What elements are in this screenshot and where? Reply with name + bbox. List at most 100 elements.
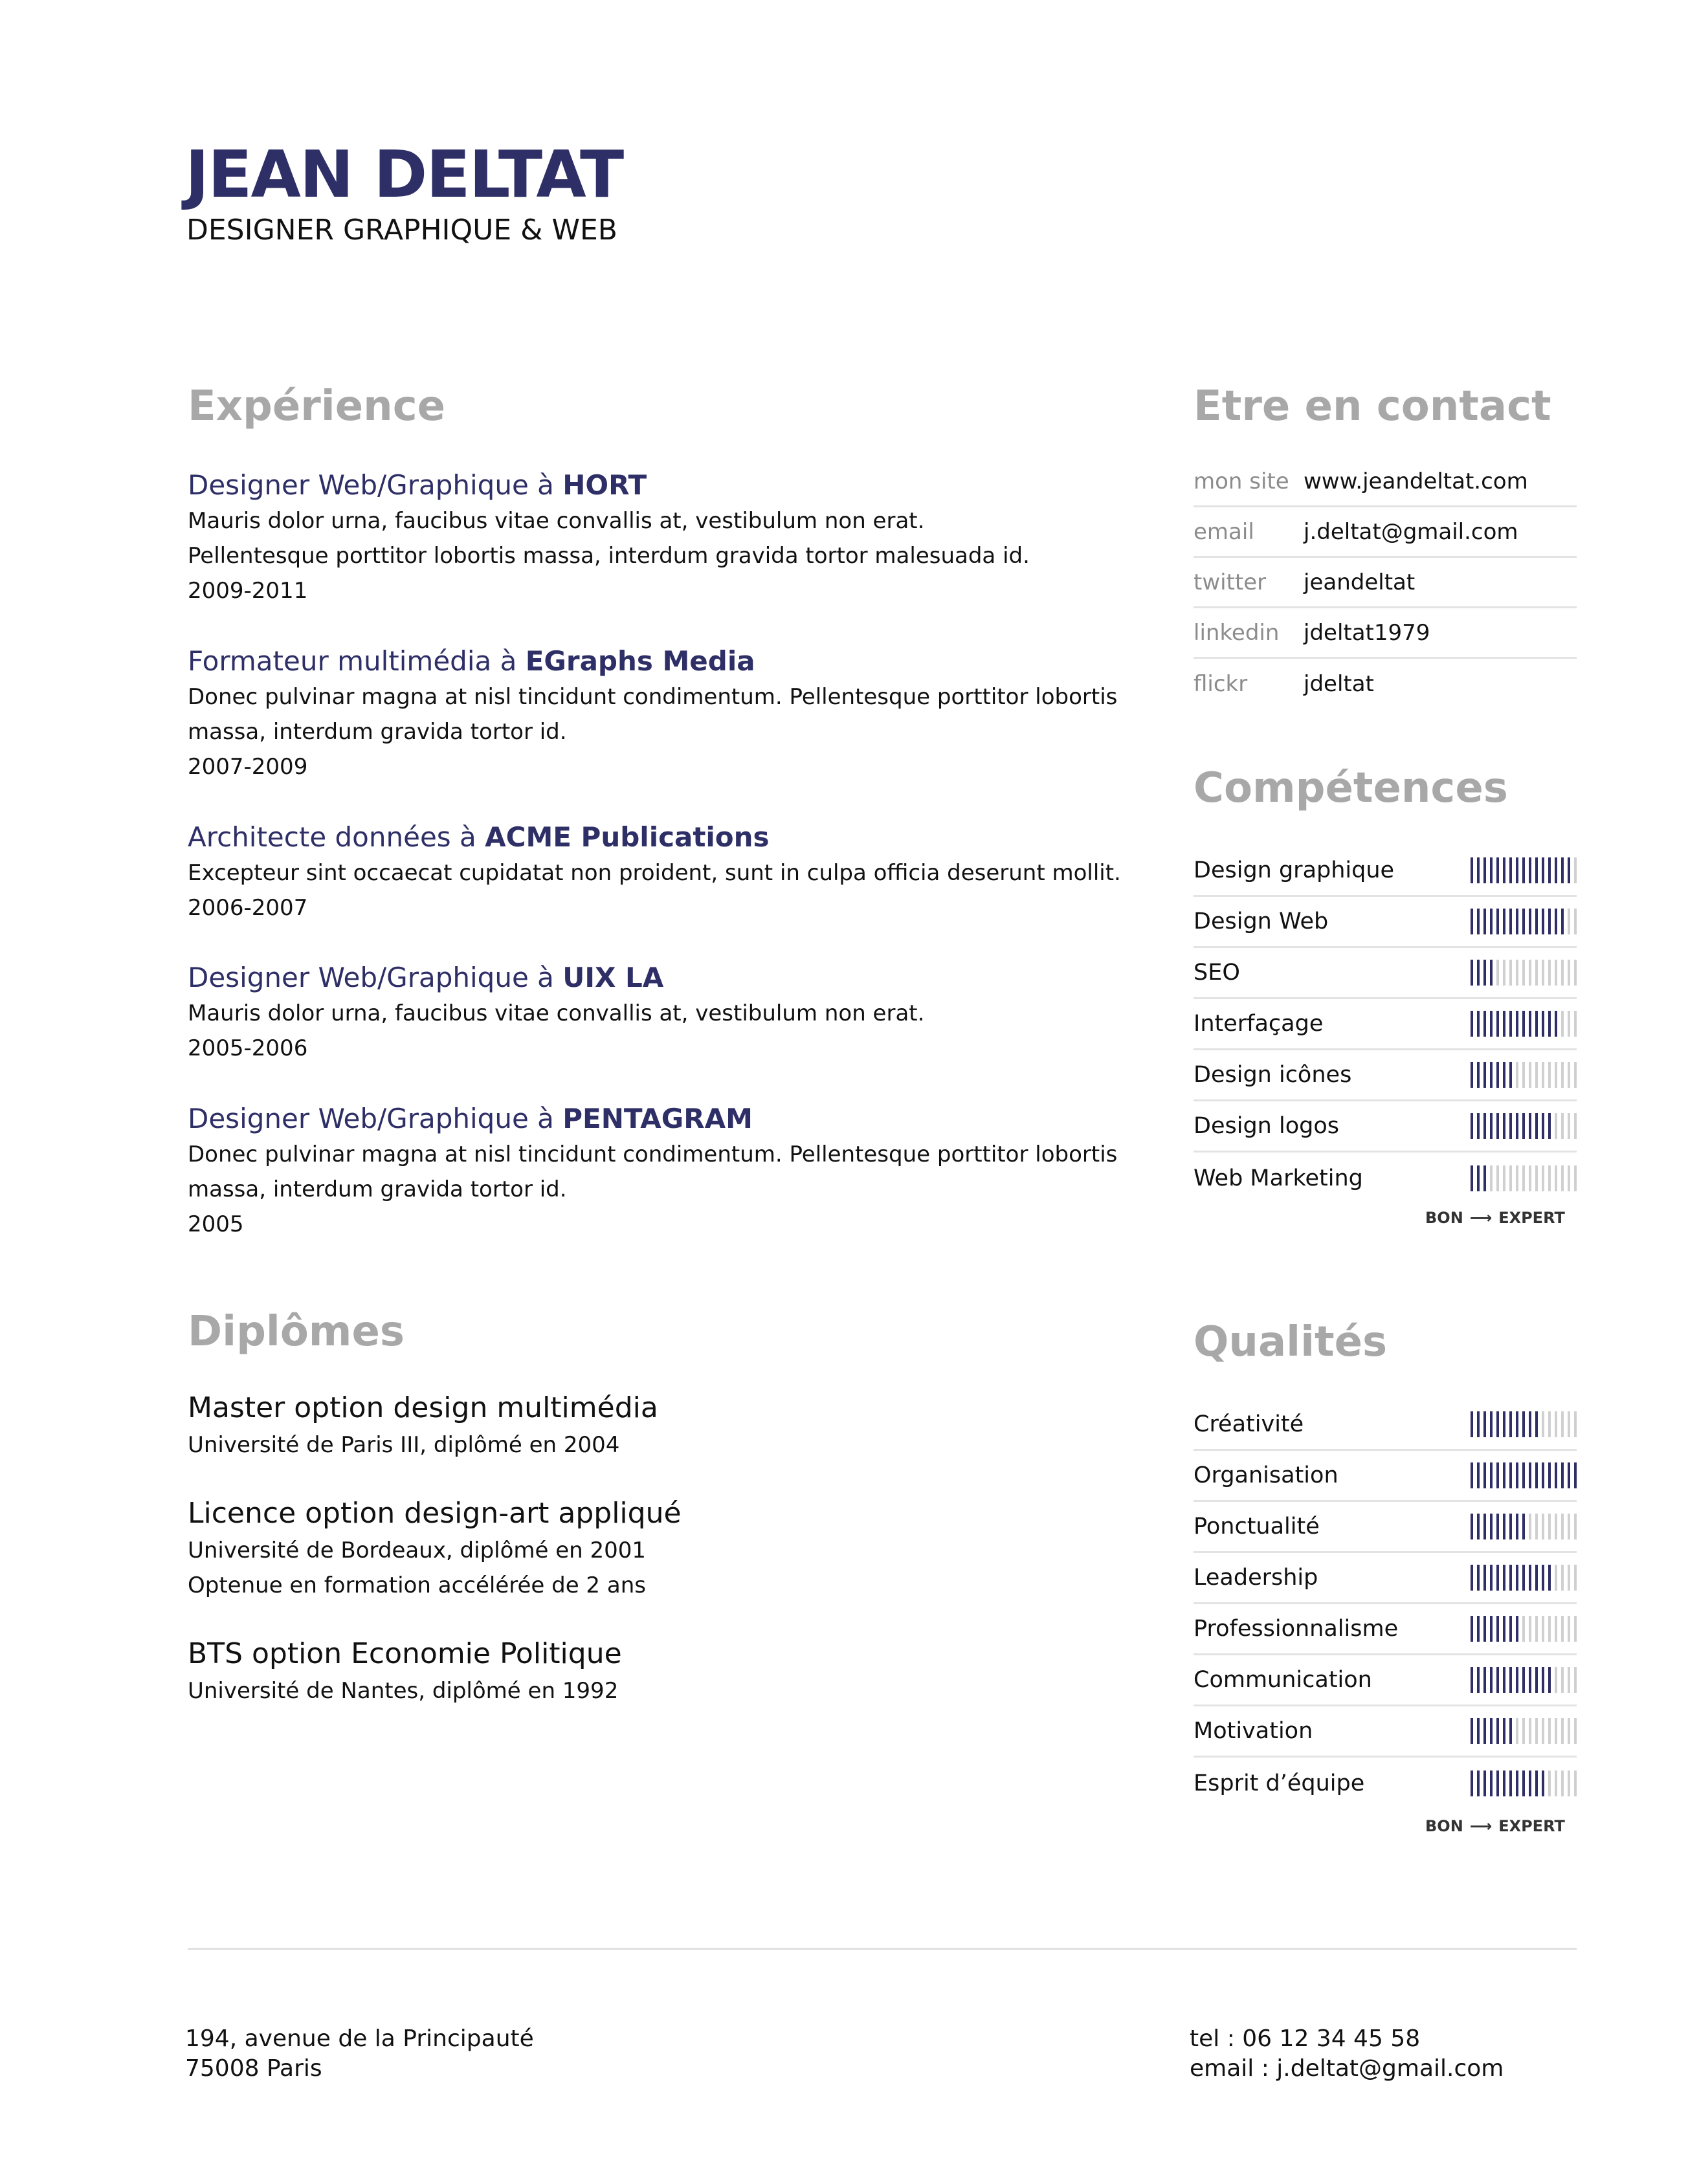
scale-low-label: BON [1425,1209,1463,1227]
contact-label: email [1194,518,1254,545]
level-tick [1471,1165,1473,1191]
website-link[interactable]: www.jeandeltat.com [1304,469,1528,494]
level-tick [1490,1667,1493,1693]
level-tick [1516,1165,1518,1191]
level-tick [1496,960,1499,986]
level-tick [1516,1011,1518,1037]
level-tick [1483,1113,1486,1139]
level-tick [1509,1011,1512,1037]
level-tick [1471,857,1473,883]
level-tick [1548,1667,1551,1693]
level-tick [1548,1770,1551,1796]
level-tick [1503,1565,1505,1591]
contact-label: flickr [1194,671,1248,697]
experience-description: Donec pulvinar magna at nisl tincidunt c… [188,1142,1118,1167]
level-tick [1496,1514,1499,1539]
level-tick [1561,1514,1564,1539]
level-tick [1555,1718,1557,1744]
level-tick [1561,1770,1564,1796]
level-tick [1483,857,1486,883]
level-tick [1548,1718,1551,1744]
contact-row-email: email j.deltat@gmail.com [1194,507,1577,558]
level-tick [1535,1062,1538,1088]
experience-description: Mauris dolor urna, faucibus vitae conval… [188,508,925,534]
skills-label: Design Web [1194,909,1329,934]
level-tick [1490,1718,1493,1744]
company-name: EGraphs Media [525,645,755,677]
level-tick [1490,1062,1493,1088]
diplomas-heading: Diplômes [188,1308,405,1356]
level-tick [1542,1411,1544,1437]
level-tick [1568,1113,1570,1139]
level-tick [1503,1113,1505,1139]
footer-phone: tel : 06 12 34 45 58 [1190,2025,1421,2052]
flickr-link[interactable]: jdeltat [1304,671,1374,697]
level-tick [1574,1165,1577,1191]
level-tick [1522,1770,1525,1796]
experience-dates: 2006-2007 [188,895,308,921]
qualities-list: Créativité Organisation Ponctualité Leaders… [1194,1400,1577,1809]
level-tick [1574,1462,1577,1488]
skills-row: SEO [1194,948,1577,999]
email-link[interactable]: j.deltat@gmail.com [1304,519,1518,545]
qualities-label: Communication [1194,1667,1372,1693]
level-tick [1555,1411,1557,1437]
level-tick [1483,1011,1486,1037]
contact-row-site: mon site www.jeandeltat.com [1194,457,1577,507]
level-tick [1568,857,1570,883]
level-tick [1516,1718,1518,1744]
qualities-level-meter [1471,1565,1577,1591]
experience-description: Mauris dolor urna, faucibus vitae conval… [188,1000,925,1026]
address-street: 194, avenue de la Principauté [185,2025,534,2052]
level-tick [1548,1616,1551,1642]
level-tick [1529,1770,1531,1796]
linkedin-link[interactable]: jdeltat1979 [1304,620,1430,646]
level-tick [1516,857,1518,883]
level-tick [1568,1616,1570,1642]
scale-low-label: BON [1425,1817,1463,1835]
level-tick [1548,1514,1551,1539]
qualities-label: Esprit d’équipe [1194,1770,1365,1796]
level-tick [1477,1514,1480,1539]
twitter-link[interactable]: jeandeltat [1304,569,1415,595]
level-tick [1490,1565,1493,1591]
scale-high-label: EXPERT [1498,1209,1565,1227]
level-tick [1561,1011,1564,1037]
level-tick [1516,1113,1518,1139]
qualities-label: Ponctualité [1194,1514,1320,1539]
level-tick [1535,1113,1538,1139]
level-tick [1568,1718,1570,1744]
qualities-level-meter [1471,1770,1577,1796]
diploma-item: Licence option design-art appliqué Unive… [188,1494,1133,1603]
level-tick [1542,1718,1544,1744]
qualities-row: Professionnalisme [1194,1604,1577,1655]
level-tick [1483,1462,1486,1488]
level-tick [1542,1113,1544,1139]
level-tick [1574,960,1577,986]
skills-level-meter [1471,1062,1577,1088]
level-tick [1483,960,1486,986]
footer-address: 194, avenue de la Principauté 75008 Pari… [185,2024,534,2084]
footer-email[interactable]: email : j.deltat@gmail.com [1190,2054,1504,2084]
level-tick [1535,1667,1538,1693]
level-tick [1555,960,1557,986]
role-text: Designer Web/Graphique à [188,962,563,993]
experience-dates: 2009-2011 [188,578,308,604]
level-tick [1568,960,1570,986]
experience-heading: Expérience [188,382,446,430]
level-tick [1555,1667,1557,1693]
contact-heading: Etre en contact [1194,382,1551,430]
level-tick [1529,960,1531,986]
level-tick [1548,857,1551,883]
level-tick [1535,960,1538,986]
level-tick [1548,1062,1551,1088]
level-tick [1496,1011,1499,1037]
qualities-label: Professionnalisme [1194,1616,1399,1642]
level-tick [1561,1667,1564,1693]
level-tick [1477,857,1480,883]
skills-row: Interfaçage [1194,999,1577,1050]
level-tick [1542,960,1544,986]
level-tick [1471,1462,1473,1488]
diploma-detail: Optenue en formation accélérée de 2 ans [188,1572,646,1598]
level-tick [1542,1514,1544,1539]
